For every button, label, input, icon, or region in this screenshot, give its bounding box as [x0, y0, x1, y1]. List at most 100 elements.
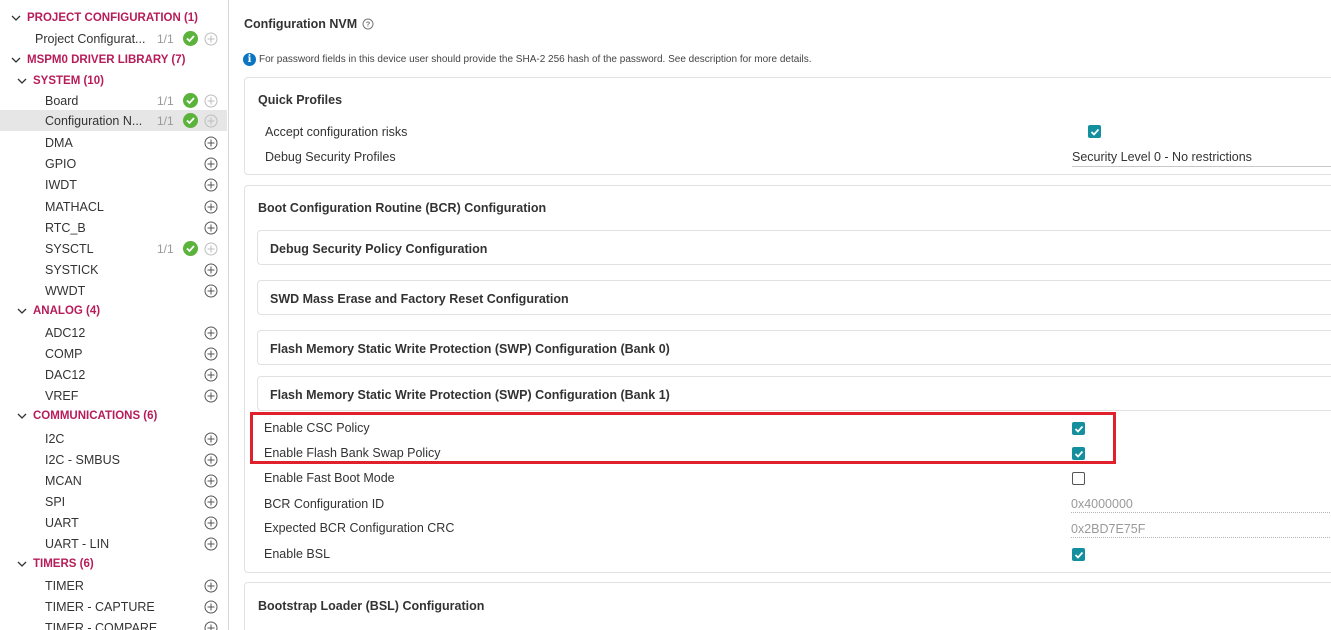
add-circle-icon[interactable]: [204, 242, 218, 256]
category-driver-library[interactable]: MSPM0 DRIVER LIBRARY (7): [0, 49, 227, 70]
add-circle-icon[interactable]: [204, 621, 218, 630]
sidebar-item-uart-lin[interactable]: UART - LIN: [0, 533, 227, 554]
sidebar-item-i2c[interactable]: I2C: [0, 428, 227, 449]
accept-risks-label: Accept configuration risks: [265, 125, 408, 139]
category-timers[interactable]: TIMERS (6): [0, 553, 227, 574]
sidebar-item-label: TIMER - COMPARE: [45, 620, 158, 630]
add-circle-icon[interactable]: [204, 368, 218, 382]
enable-bsl-checkbox[interactable]: [1072, 548, 1085, 561]
add-circle-icon[interactable]: [204, 347, 218, 361]
sidebar-item-wwdt[interactable]: WWDT: [0, 280, 227, 301]
instance-count: 1/1: [157, 93, 174, 108]
add-circle-icon[interactable]: [204, 453, 218, 467]
add-circle-icon[interactable]: [204, 516, 218, 530]
sidebar-item-board[interactable]: Board 1/1: [0, 90, 227, 111]
category-label: SYSTEM (10): [33, 74, 104, 87]
category-communications[interactable]: COMMUNICATIONS (6): [0, 405, 227, 426]
sidebar-item-mcan[interactable]: MCAN: [0, 470, 227, 491]
sidebar-item-dac12[interactable]: DAC12: [0, 364, 227, 385]
sidebar-item-label: GPIO: [45, 156, 77, 171]
add-circle-icon[interactable]: [204, 157, 218, 171]
sidebar-item-iwdt[interactable]: IWDT: [0, 174, 227, 195]
sidebar-item-comp[interactable]: COMP: [0, 343, 227, 364]
sidebar-item-sysctl[interactable]: SYSCTL 1/1: [0, 238, 227, 259]
fast-boot-checkbox[interactable]: [1072, 472, 1085, 485]
sidebar-item-uart[interactable]: UART: [0, 512, 227, 533]
sidebar-item-rtc-b[interactable]: RTC_B: [0, 217, 227, 238]
accept-risks-checkbox[interactable]: [1088, 125, 1101, 138]
sidebar-item-dma[interactable]: DMA: [0, 132, 227, 153]
sidebar-item-project-configuration[interactable]: Project Configurat... 1/1: [0, 28, 227, 49]
sidebar-item-label: DMA: [45, 135, 73, 150]
highlight-box: [250, 412, 1116, 464]
section-title: SWD Mass Erase and Factory Reset Configu…: [270, 292, 569, 306]
sidebar-item-adc12[interactable]: ADC12: [0, 322, 227, 343]
info-message: i For password fields in this device use…: [243, 53, 812, 66]
add-circle-icon[interactable]: [204, 178, 218, 192]
sidebar: PROJECT CONFIGURATION (1) Project Config…: [0, 0, 229, 630]
help-icon[interactable]: ?: [362, 18, 374, 30]
category-label: TIMERS (6): [33, 557, 94, 570]
sidebar-item-label: TIMER: [45, 578, 84, 593]
category-label: MSPM0 DRIVER LIBRARY (7): [27, 53, 186, 66]
add-circle-icon[interactable]: [204, 284, 218, 298]
sidebar-item-systick[interactable]: SYSTICK: [0, 259, 227, 280]
check-circle-icon: [183, 241, 198, 256]
debug-security-policy-section[interactable]: Debug Security Policy Configuration: [257, 230, 1331, 265]
add-circle-icon[interactable]: [204, 537, 218, 551]
add-circle-icon[interactable]: [204, 326, 218, 340]
add-circle-icon[interactable]: [204, 200, 218, 214]
swd-mass-erase-section[interactable]: SWD Mass Erase and Factory Reset Configu…: [257, 280, 1331, 315]
sidebar-item-timer-capture[interactable]: TIMER - CAPTURE: [0, 596, 227, 617]
bcr-config-id-field[interactable]: 0x4000000: [1071, 497, 1331, 513]
main-panel: Configuration NVM ? i For password field…: [229, 0, 1331, 630]
sidebar-item-mathacl[interactable]: MATHACL: [0, 196, 227, 217]
add-circle-icon[interactable]: [204, 136, 218, 150]
debug-profiles-label: Debug Security Profiles: [265, 150, 396, 164]
bsl-title[interactable]: Bootstrap Loader (BSL) Configuration: [258, 599, 484, 613]
quick-profiles-panel: Quick Profiles Accept configuration risk…: [244, 77, 1331, 175]
add-circle-icon[interactable]: [204, 600, 218, 614]
info-text: For password fields in this device user …: [259, 54, 812, 65]
chevron-down-icon: [16, 75, 28, 87]
sidebar-item-timer[interactable]: TIMER: [0, 575, 227, 596]
sidebar-item-label: UART: [45, 515, 79, 530]
svg-text:?: ?: [366, 20, 371, 29]
category-analog[interactable]: ANALOG (4): [0, 300, 227, 321]
add-circle-icon[interactable]: [204, 432, 218, 446]
quick-profiles-title[interactable]: Quick Profiles: [258, 93, 342, 107]
add-circle-icon[interactable]: [204, 495, 218, 509]
sidebar-item-timer-compare[interactable]: TIMER - COMPARE: [0, 617, 227, 630]
category-system[interactable]: SYSTEM (10): [0, 70, 227, 91]
instance-count: 1/1: [157, 31, 174, 46]
sidebar-item-label: UART - LIN: [45, 536, 110, 551]
check-circle-icon: [183, 93, 198, 108]
sidebar-item-spi[interactable]: SPI: [0, 491, 227, 512]
debug-profiles-select[interactable]: Security Level 0 - No restrictions: [1072, 150, 1331, 167]
swp-bank1-section[interactable]: Flash Memory Static Write Protection (SW…: [257, 376, 1331, 411]
add-circle-icon[interactable]: [204, 32, 218, 46]
check-circle-icon: [183, 31, 198, 46]
add-circle-icon[interactable]: [204, 474, 218, 488]
instance-count: 1/1: [157, 113, 174, 128]
add-circle-icon[interactable]: [204, 94, 218, 108]
add-circle-icon[interactable]: [204, 389, 218, 403]
check-circle-icon: [183, 113, 198, 128]
swp-bank0-section[interactable]: Flash Memory Static Write Protection (SW…: [257, 330, 1331, 365]
info-icon: i: [243, 53, 256, 66]
sidebar-item-configuration-nvm[interactable]: Configuration N... 1/1: [0, 110, 227, 131]
category-project-configuration[interactable]: PROJECT CONFIGURATION (1): [0, 7, 227, 28]
sidebar-item-i2c-smbus[interactable]: I2C - SMBUS: [0, 449, 227, 470]
add-circle-icon[interactable]: [204, 221, 218, 235]
chevron-down-icon: [10, 54, 22, 66]
bcr-crc-field[interactable]: 0x2BD7E75F: [1071, 522, 1331, 538]
add-circle-icon[interactable]: [204, 263, 218, 277]
add-circle-icon[interactable]: [204, 579, 218, 593]
sidebar-item-label: SYSTICK: [45, 262, 99, 277]
bcr-crc-label: Expected BCR Configuration CRC: [264, 521, 455, 535]
bcr-title[interactable]: Boot Configuration Routine (BCR) Configu…: [258, 201, 546, 215]
add-circle-icon[interactable]: [204, 114, 218, 128]
instance-count: 1/1: [157, 241, 174, 256]
sidebar-item-gpio[interactable]: GPIO: [0, 153, 227, 174]
sidebar-item-vref[interactable]: VREF: [0, 385, 227, 406]
